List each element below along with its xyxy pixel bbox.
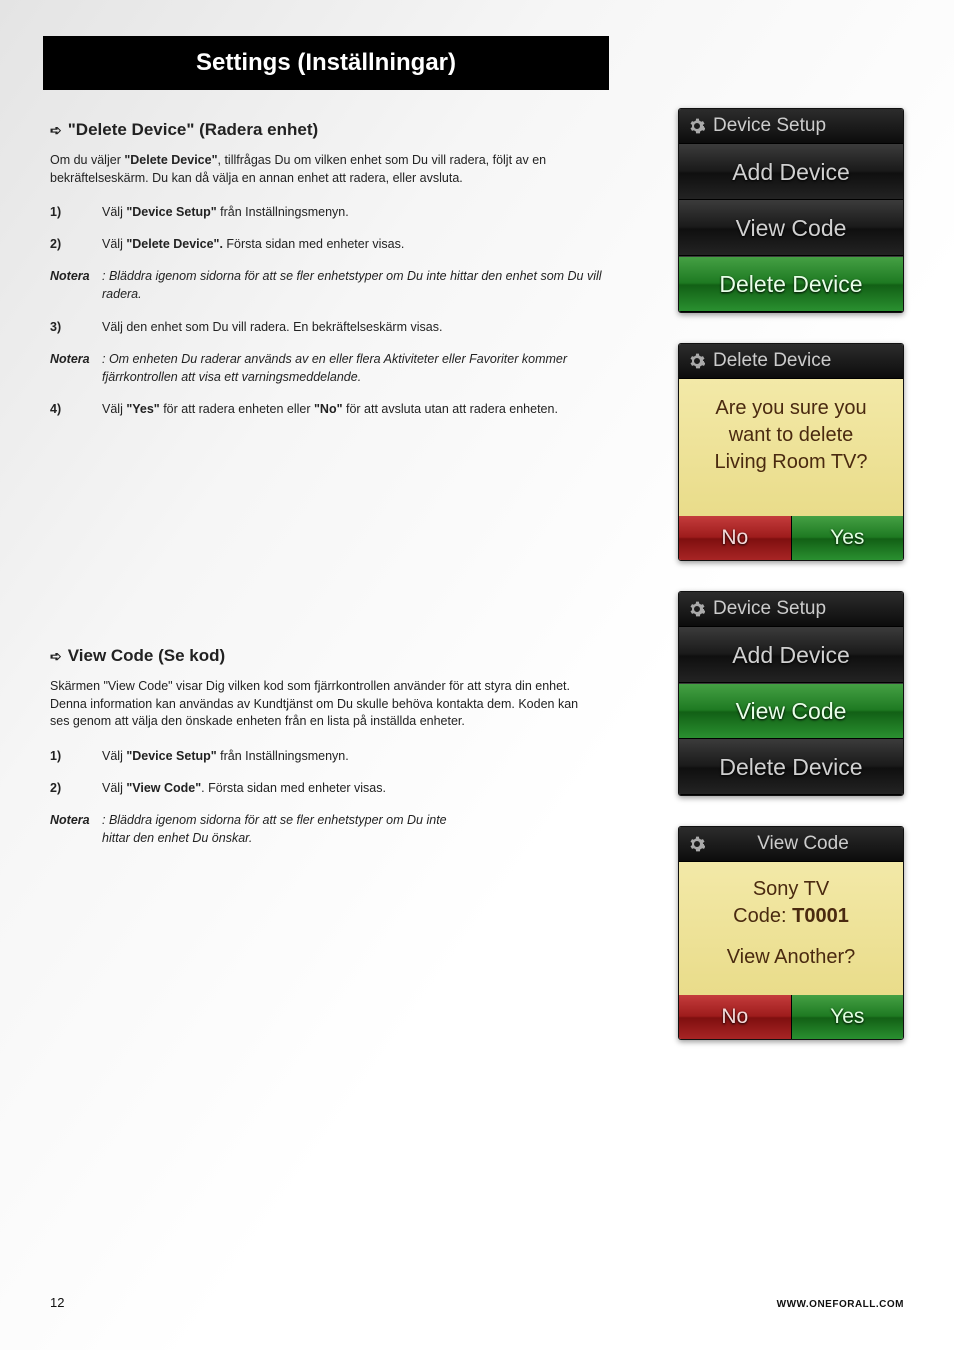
menu-view-code[interactable]: View Code xyxy=(679,200,903,256)
page-title: Settings (Inställningar) xyxy=(196,49,456,77)
menu-add-device[interactable]: Add Device xyxy=(679,627,903,683)
step-row: 3) Välj den enhet som Du vill radera. En… xyxy=(50,318,610,336)
yes-button[interactable]: Yes xyxy=(792,995,904,1039)
note-row: Notera : Bläddra igenom sidorna för att … xyxy=(50,267,610,303)
step-row: 2) Välj "Delete Device". Första sidan me… xyxy=(50,235,610,253)
menu-delete-device[interactable]: Delete Device xyxy=(679,739,903,795)
no-button[interactable]: No xyxy=(679,995,792,1039)
viewcode-body: Sony TV Code: T0001 View Another? xyxy=(679,862,903,995)
gear-icon xyxy=(689,353,705,369)
gear-icon xyxy=(689,836,705,852)
menu-view-code[interactable]: View Code xyxy=(679,683,903,739)
note-row: Notera : Om enheten Du raderar används a… xyxy=(50,350,610,386)
arrow-icon: ➪ xyxy=(50,649,62,663)
gear-icon xyxy=(689,118,705,134)
step-row: 2) Välj "View Code". Första sidan med en… xyxy=(50,779,580,797)
no-button[interactable]: No xyxy=(679,516,792,560)
page-title-bar: Settings (Inställningar) xyxy=(43,36,609,90)
section1-intro: Om du väljer "Delete Device", tillfrågas… xyxy=(50,152,610,187)
screen-device-setup-delete: Device Setup Add Device View Code Delete… xyxy=(678,108,904,313)
section-heading-delete: ➪ "Delete Device" (Radera enhet) xyxy=(50,120,610,140)
gear-icon xyxy=(689,601,705,617)
step-row: 1) Välj "Device Setup" från Inställnings… xyxy=(50,203,610,221)
menu-add-device[interactable]: Add Device xyxy=(679,144,903,200)
page-number: 12 xyxy=(50,1295,64,1310)
section2-intro: Skärmen "View Code" visar Dig vilken kod… xyxy=(50,678,580,731)
step-row: 4) Välj "Yes" för att radera enheten ell… xyxy=(50,400,610,418)
confirm-body: Are you sure you want to delete Living R… xyxy=(679,379,903,516)
menu-delete-device[interactable]: Delete Device xyxy=(679,256,903,312)
screen-title: Device Setup xyxy=(679,592,903,627)
note-row: Notera : Bläddra igenom sidorna för att … xyxy=(50,811,470,847)
screen-title: View Code xyxy=(679,827,903,862)
section-heading-viewcode: ➪ View Code (Se kod) xyxy=(50,646,580,666)
screen-title: Delete Device xyxy=(679,344,903,379)
footer-url: WWW.ONEFORALL.COM xyxy=(777,1299,904,1310)
screen-title: Device Setup xyxy=(679,109,903,144)
screen-viewcode-result: View Code Sony TV Code: T0001 View Anoth… xyxy=(678,826,904,1040)
step-row: 1) Välj "Device Setup" från Inställnings… xyxy=(50,747,580,765)
yes-button[interactable]: Yes xyxy=(792,516,904,560)
arrow-icon: ➪ xyxy=(50,123,62,137)
screen-device-setup-viewcode: Device Setup Add Device View Code Delete… xyxy=(678,591,904,796)
screen-delete-confirm: Delete Device Are you sure you want to d… xyxy=(678,343,904,561)
